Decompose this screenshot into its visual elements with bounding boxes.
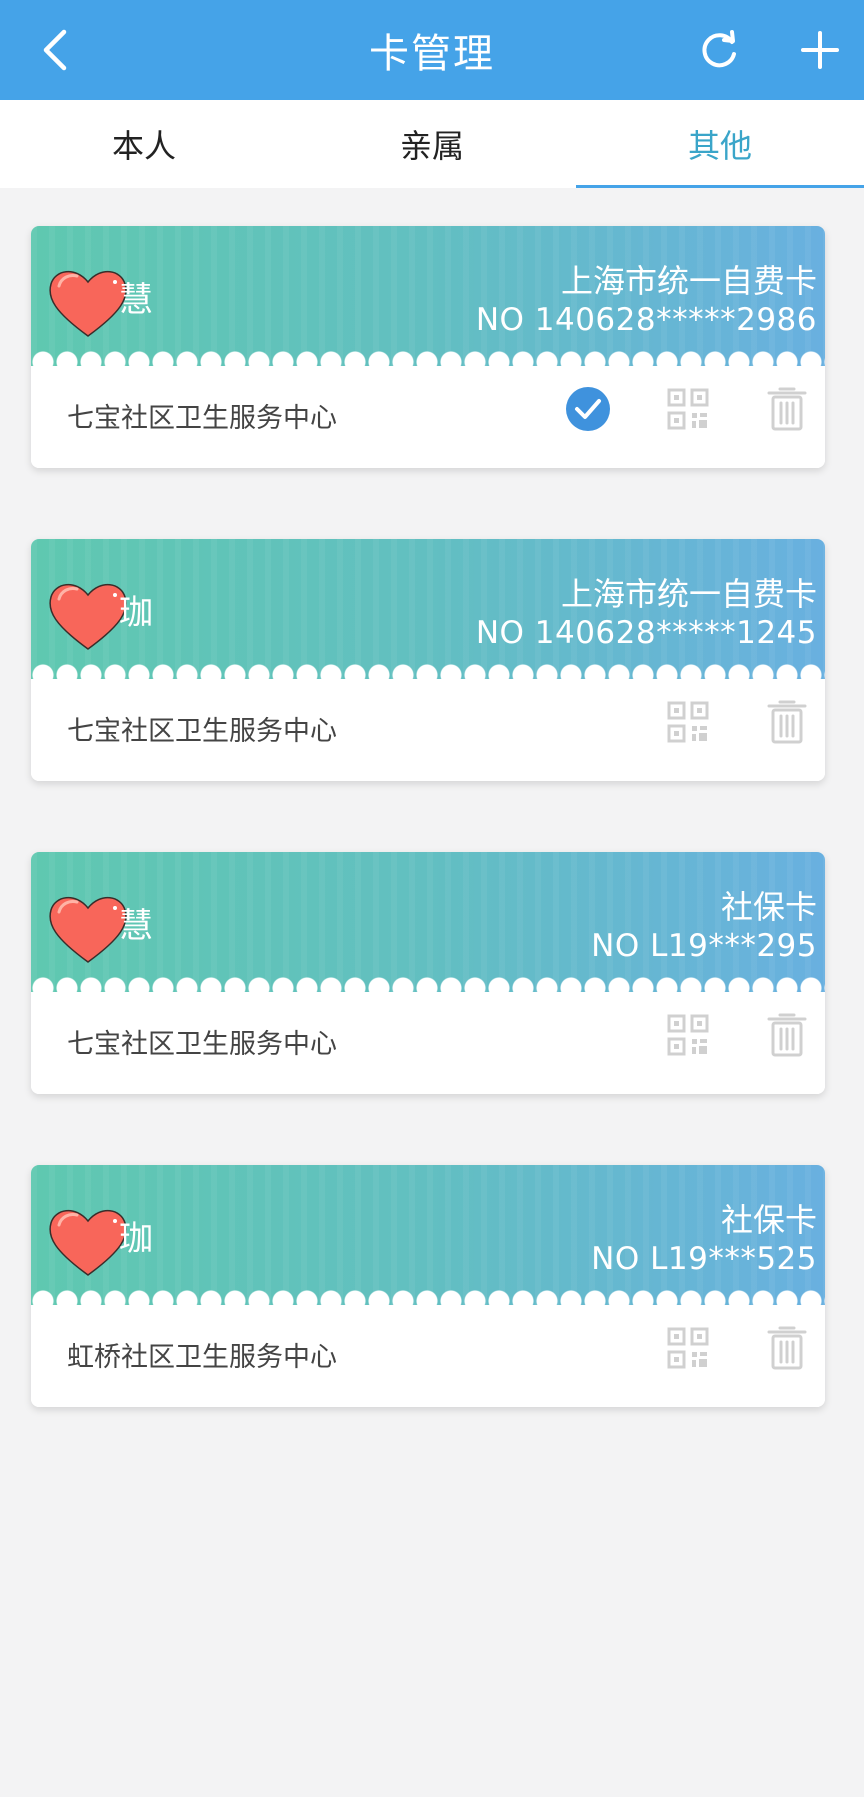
card-item[interactable]: 慧 社保卡 NO L19***295 七宝社区卫生服务中心 xyxy=(31,852,825,1094)
tab-other[interactable]: 其他 xyxy=(576,100,864,188)
tab-self[interactable]: 本人 xyxy=(0,100,288,188)
card-footer: 虹桥社区卫生服务中心 xyxy=(31,1305,825,1407)
logo-text: 慧 xyxy=(119,280,153,320)
card-type: 社保卡 xyxy=(720,1201,817,1239)
card-header: 慧 社保卡 NO L19***295 xyxy=(31,852,825,1000)
card-footer: 七宝社区卫生服务中心 xyxy=(31,992,825,1094)
card-item[interactable]: 珈 社保卡 NO L19***525 虹桥社区卫生服务中心 xyxy=(31,1165,825,1407)
refresh-icon xyxy=(702,30,736,68)
qr-code-icon[interactable] xyxy=(667,701,709,743)
card-number: NO 140628*****2986 xyxy=(475,302,817,338)
trash-icon[interactable] xyxy=(767,386,807,432)
tab-relatives[interactable]: 亲属 xyxy=(288,100,576,188)
card-org: 七宝社区卫生服务中心 xyxy=(67,716,337,747)
card-item[interactable]: 慧 上海市统一自费卡 NO 140628*****2986 七宝社区卫生服务中心 xyxy=(31,226,825,468)
logo-text: 慧 xyxy=(119,906,153,946)
top-bar: 卡管理 xyxy=(0,0,864,100)
qr-code-icon[interactable] xyxy=(667,1014,709,1056)
page-title: 卡管理 xyxy=(369,31,495,77)
card-number: NO L19***295 xyxy=(591,928,817,964)
logo-text: 珈 xyxy=(119,593,153,633)
card-type: 社保卡 xyxy=(720,888,817,926)
tab-bar: 本人 亲属 其他 xyxy=(0,100,864,188)
back-button[interactable] xyxy=(28,22,84,78)
refresh-button[interactable] xyxy=(690,20,750,80)
card-footer: 七宝社区卫生服务中心 xyxy=(31,366,825,468)
chevron-left-icon xyxy=(43,29,67,71)
card-header: 珈 上海市统一自费卡 NO 140628*****1245 xyxy=(31,539,825,687)
qr-code-icon[interactable] xyxy=(667,388,709,430)
plus-icon xyxy=(801,31,839,69)
logo-text: 珈 xyxy=(119,1219,153,1259)
card-org: 七宝社区卫生服务中心 xyxy=(67,403,337,434)
card-header: 慧 上海市统一自费卡 NO 140628*****2986 xyxy=(31,226,825,374)
card-footer: 七宝社区卫生服务中心 xyxy=(31,679,825,781)
trash-icon[interactable] xyxy=(767,699,807,745)
add-card-button[interactable] xyxy=(790,20,850,80)
qr-code-icon[interactable] xyxy=(667,1327,709,1369)
card-org: 虹桥社区卫生服务中心 xyxy=(67,1342,337,1373)
trash-icon[interactable] xyxy=(767,1012,807,1058)
trash-icon[interactable] xyxy=(767,1325,807,1371)
card-org: 七宝社区卫生服务中心 xyxy=(67,1029,337,1060)
card-item[interactable]: 珈 上海市统一自费卡 NO 140628*****1245 七宝社区卫生服务中心 xyxy=(31,539,825,781)
card-header: 珈 社保卡 NO L19***525 xyxy=(31,1165,825,1313)
card-type: 上海市统一自费卡 xyxy=(560,262,817,300)
check-circle-icon[interactable] xyxy=(565,386,611,432)
card-type: 上海市统一自费卡 xyxy=(560,575,817,613)
card-number: NO 140628*****1245 xyxy=(475,615,817,651)
card-number: NO L19***525 xyxy=(591,1241,817,1277)
